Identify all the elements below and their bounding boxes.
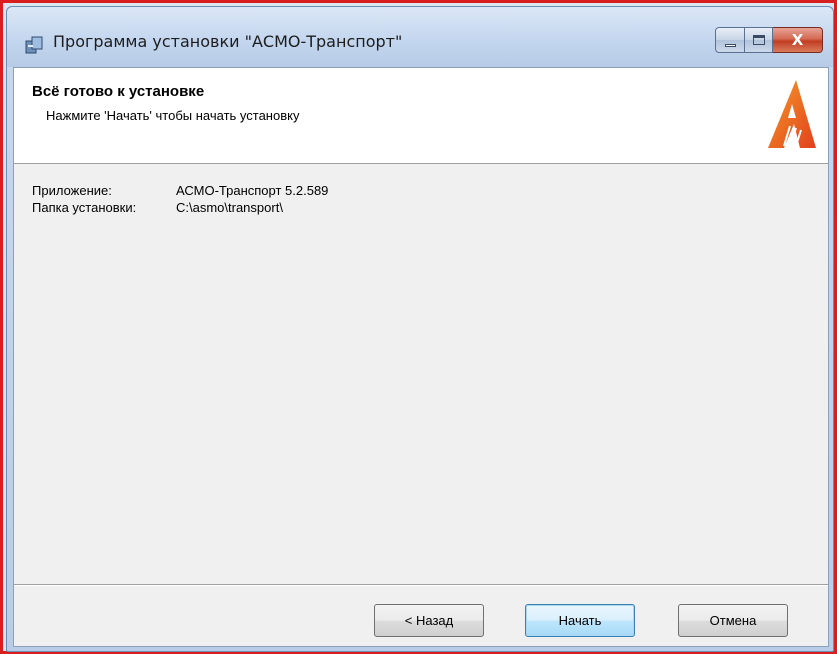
dialog-header: Всё готово к установке Нажмите 'Начать' … [14, 68, 828, 164]
application-value: АСМО-Транспорт 5.2.589 [176, 183, 329, 198]
back-button[interactable]: < Назад [374, 604, 484, 637]
dialog-content: Всё готово к установке Нажмите 'Начать' … [13, 67, 829, 647]
window-title: Программа установки "АСМО-Транспорт" [53, 32, 403, 51]
cancel-button[interactable]: Отмена [678, 604, 788, 637]
caption-buttons: X [715, 27, 823, 53]
application-label: Приложение: [32, 183, 112, 198]
close-button[interactable]: X [773, 27, 823, 53]
summary-row-folder: Папка установки: C:\asmo\transport\ [32, 199, 328, 216]
minimize-button[interactable] [715, 27, 745, 53]
install-folder-value: C:\asmo\transport\ [176, 200, 283, 215]
summary-row-application: Приложение: АСМО-Транспорт 5.2.589 [32, 182, 328, 199]
highlight-frame: Программа установки "АСМО-Транспорт" X В… [0, 0, 837, 654]
title-bar[interactable]: Программа установки "АСМО-Транспорт" X [7, 7, 833, 67]
asmo-logo-icon [768, 80, 816, 148]
installer-app-icon [25, 36, 43, 54]
page-title: Всё готово к установке [32, 83, 205, 100]
maximize-button[interactable] [745, 27, 773, 53]
minimize-icon [725, 44, 736, 47]
installer-window: Программа установки "АСМО-Транспорт" X В… [6, 6, 834, 652]
start-button[interactable]: Начать [525, 604, 635, 637]
close-icon: X [791, 31, 804, 49]
install-summary: Приложение: АСМО-Транспорт 5.2.589 Папка… [32, 182, 328, 216]
install-folder-label: Папка установки: [32, 200, 137, 215]
maximize-icon [753, 35, 765, 45]
page-subtitle: Нажмите 'Начать' чтобы начать установку [46, 108, 300, 123]
footer-divider [14, 584, 828, 586]
